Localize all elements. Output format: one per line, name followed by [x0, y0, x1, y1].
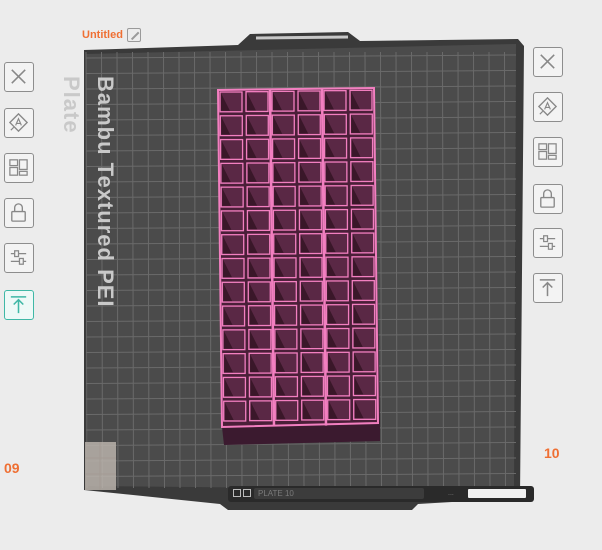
plate-handle [255, 35, 349, 40]
arrange-button[interactable] [4, 153, 34, 183]
close-icon [11, 69, 26, 84]
plate-number-left: 09 [4, 460, 20, 476]
move-to-top-button[interactable] [4, 290, 34, 320]
left-toolbar [4, 62, 40, 322]
close-button[interactable] [4, 62, 34, 92]
settings-sliders-icon [10, 250, 27, 265]
auto-orient-icon [8, 112, 29, 133]
plate-number-right: 10 [544, 445, 560, 461]
grid-icon [233, 489, 241, 497]
auto-orient-button[interactable] [4, 108, 34, 138]
plate-status-label: PLATE 10 [254, 488, 424, 499]
bed-name: Bambu Textured PEI Plate [59, 76, 118, 308]
move-to-top-icon [10, 296, 27, 314]
square-icon [243, 489, 251, 497]
model-grid-box[interactable] [216, 86, 380, 445]
plate-status-indicator [468, 489, 526, 498]
build-plate[interactable]: Untitled Bambu Textured PEI Plate PLATE … [59, 28, 540, 510]
settings-button[interactable] [4, 243, 34, 273]
plate-viewport [84, 32, 524, 510]
arrange-icon [9, 159, 28, 176]
plate-status-bar: PLATE 10 ... [228, 486, 534, 502]
lock-icon [11, 203, 26, 222]
lock-button[interactable] [4, 198, 34, 228]
